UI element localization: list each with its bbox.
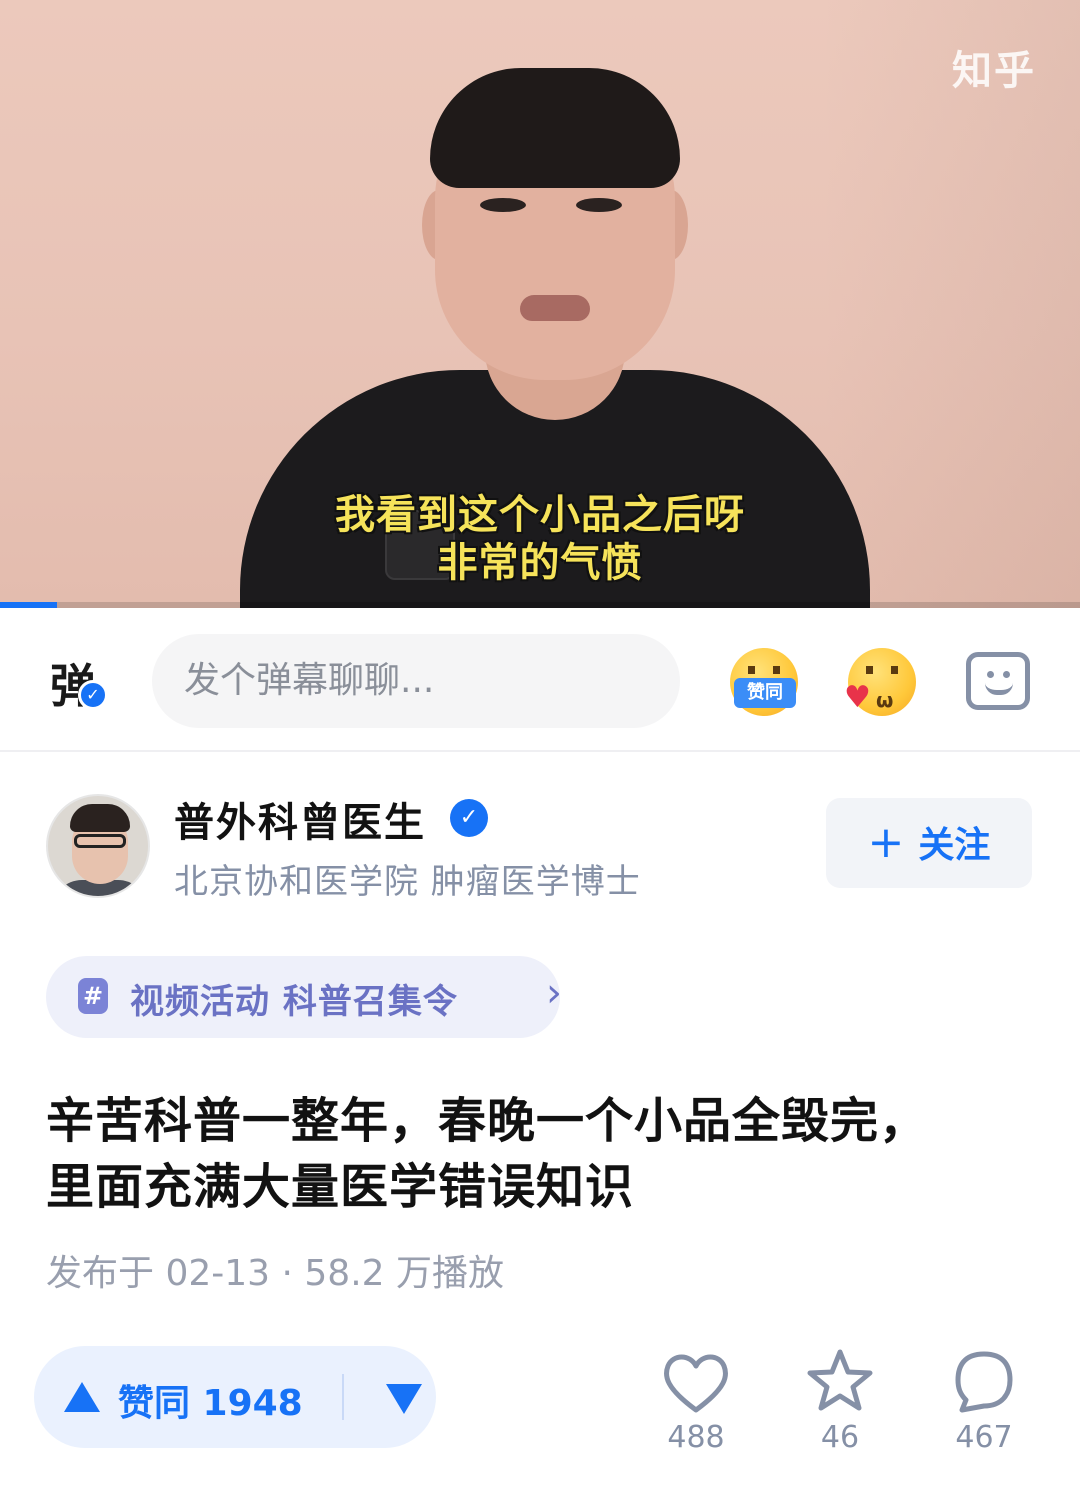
emoji-eyes xyxy=(866,666,898,674)
face-eye-right xyxy=(1003,671,1010,678)
author-avatar[interactable] xyxy=(46,794,150,898)
upvote-label: 赞同 1948 xyxy=(118,1383,303,1424)
vote-group: 赞同 1948 xyxy=(34,1346,436,1448)
post-title-line2: 里面充满大量医学错误知识 xyxy=(46,1159,635,1215)
kiss-lips-icon: ω xyxy=(876,688,894,712)
post-title-line1: 辛苦科普一整年，春晚一个小品全毁完， xyxy=(46,1093,929,1149)
comment-count: 467 xyxy=(955,1420,1013,1455)
author-name[interactable]: 普外科曾医生 xyxy=(174,790,426,848)
speaker-hair xyxy=(430,68,680,188)
triangle-up-icon xyxy=(64,1382,100,1412)
follow-label: 关注 xyxy=(918,825,991,866)
hashtag-icon: # xyxy=(78,978,108,1014)
like-count: 488 xyxy=(667,1420,725,1455)
zhihu-watermark: 知乎 xyxy=(952,48,1036,94)
video-player[interactable]: 知乎 我看到这个小品之后呀 非常的气愤 xyxy=(0,0,1080,608)
avatar-hair xyxy=(70,804,130,832)
upvote-button[interactable]: 赞同 1948 xyxy=(34,1346,310,1448)
author-description: 北京协和医学院 肿瘤医学博士 xyxy=(174,862,641,902)
face-smile xyxy=(985,683,1013,695)
favorite-button[interactable]: 46 xyxy=(790,1346,890,1456)
agree-emoji-button[interactable]: 赞同 xyxy=(730,648,798,716)
heart-icon: ♥ xyxy=(844,680,871,715)
agree-emoji-tag: 赞同 xyxy=(734,678,796,708)
topic-label: 视频活动 科普召集令 xyxy=(130,982,458,1022)
speaker-eye-left xyxy=(480,198,526,212)
speaker-mouth xyxy=(520,295,590,321)
kiss-emoji-button[interactable]: ♥ ω xyxy=(844,648,916,716)
danmaku-settings-icon[interactable] xyxy=(966,652,1030,710)
danmaku-input[interactable]: 发个弹幕聊聊... xyxy=(152,634,680,728)
chevron-right-icon: › xyxy=(546,970,562,1016)
plus-icon: + xyxy=(867,817,905,868)
emoji-eyes xyxy=(748,666,780,674)
comment-bubble-icon xyxy=(955,1351,1013,1413)
follow-button[interactable]: + 关注 xyxy=(826,798,1032,888)
triangle-down-icon xyxy=(386,1384,422,1414)
check-icon: ✓ xyxy=(78,680,108,710)
avatar-glasses xyxy=(74,834,126,848)
heart-outline-icon xyxy=(663,1354,729,1413)
comment-button[interactable]: 467 xyxy=(934,1346,1034,1456)
danmaku-toggle-button[interactable]: 弹 ✓ xyxy=(46,650,118,714)
video-subtitle-line2: 非常的气愤 xyxy=(437,540,643,586)
favorite-count: 46 xyxy=(820,1420,860,1455)
like-button[interactable]: 488 xyxy=(646,1346,746,1456)
speaker-eye-right xyxy=(576,198,622,212)
post-meta: 发布于 02-13 · 58.2 万播放 xyxy=(46,1253,504,1294)
downvote-button[interactable] xyxy=(344,1346,436,1448)
topic-chip[interactable]: # 视频活动 科普召集令 › xyxy=(46,956,562,1038)
face-eye-left xyxy=(987,671,994,678)
verified-badge-icon: ✓ xyxy=(450,799,488,837)
star-outline-icon xyxy=(807,1349,873,1411)
post-title: 辛苦科普一整年，春晚一个小品全毁完， 里面充满大量医学错误知识 xyxy=(46,1088,1046,1220)
